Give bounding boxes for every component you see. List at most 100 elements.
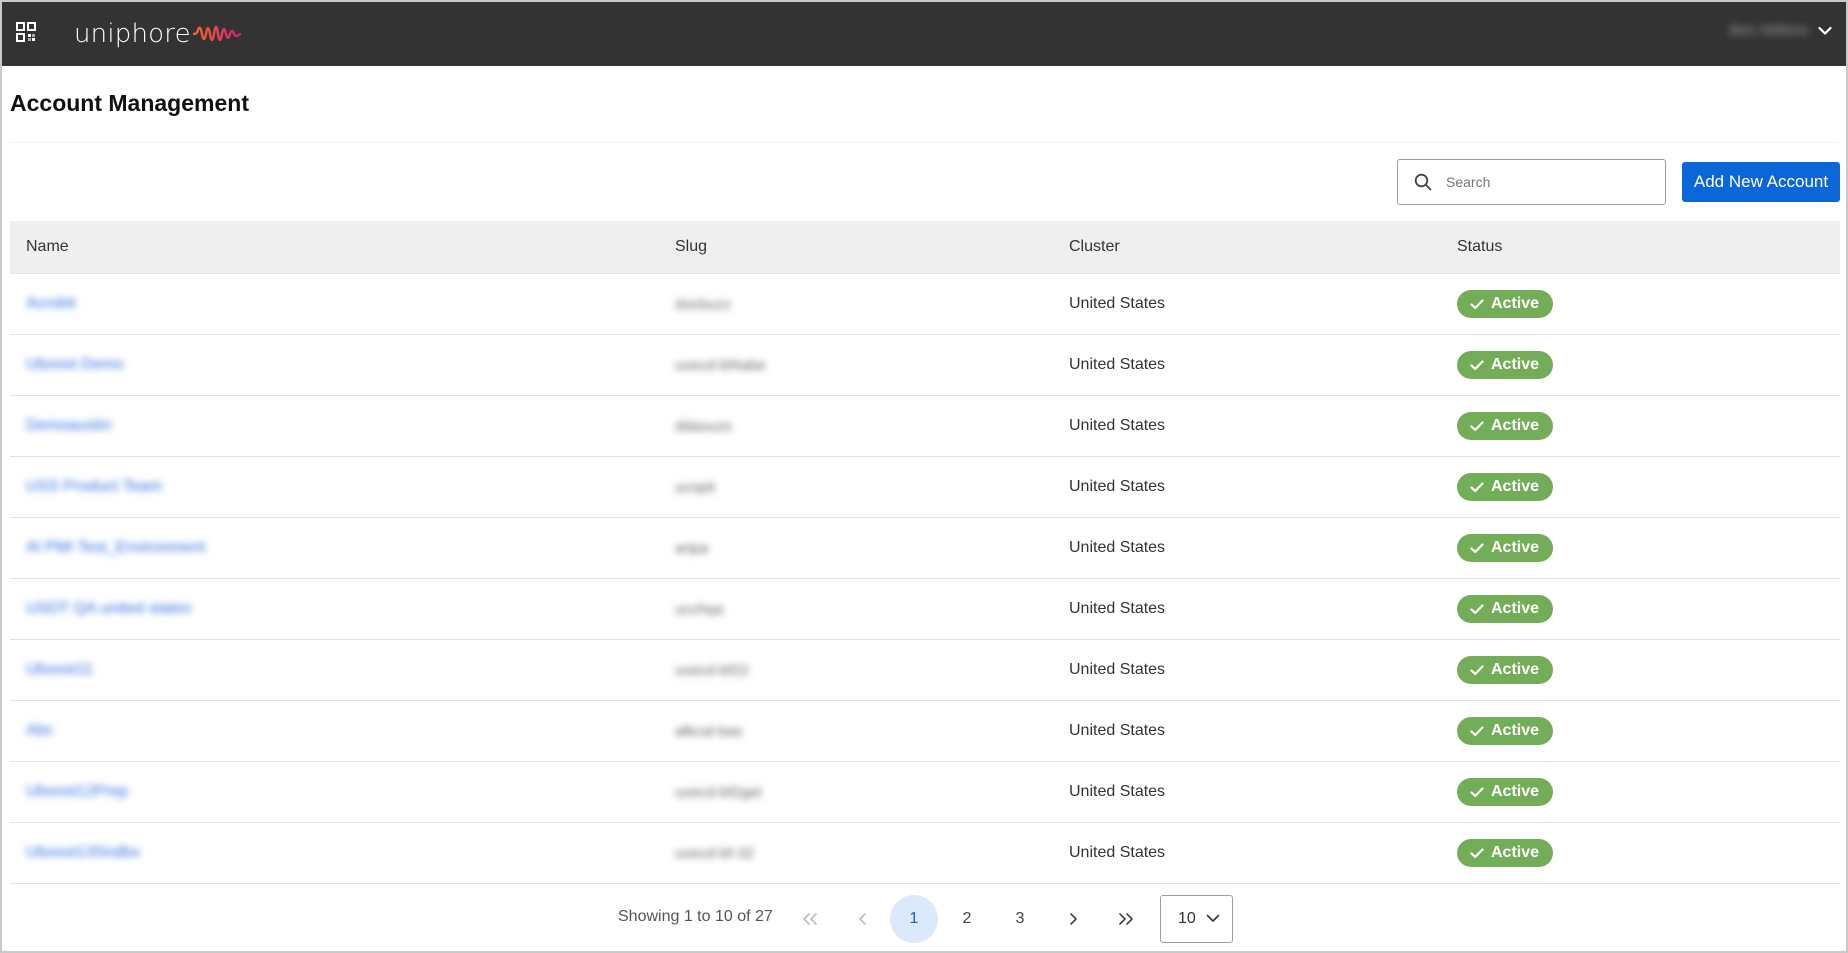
table-row: Uboost11 uxecd-bf22 United States Active [10, 640, 1840, 701]
table-row: USS Product Team ucopit United States Activ… [10, 457, 1840, 518]
table-row: Uboost12Prep uxecd-bf2get United States Act… [10, 762, 1840, 823]
next-page-button[interactable] [1049, 895, 1097, 943]
status-label: Active [1491, 539, 1540, 556]
account-slug: uxecd-bf2get [675, 784, 762, 801]
status-badge: Active [1457, 290, 1554, 318]
page-button-2[interactable]: 2 [943, 895, 991, 943]
last-page-button[interactable] [1102, 895, 1150, 943]
account-cluster: United States [1069, 661, 1166, 678]
account-name-link[interactable]: Abc [26, 722, 54, 740]
account-slug: uxecd-bf4abe [675, 357, 766, 374]
title-divider [10, 142, 1838, 143]
column-header-name[interactable]: Name [26, 238, 69, 256]
table-row: Uboost13Sndbx uxecd-bf-32 United States Act… [10, 823, 1840, 884]
status-badge: Active [1457, 656, 1554, 684]
account-slug: uxecd-bf-32 [675, 845, 755, 862]
prev-page-button[interactable] [839, 895, 887, 943]
account-slug: uxecd-bf22 [675, 662, 750, 679]
search-icon [1414, 173, 1432, 191]
check-icon [1470, 786, 1484, 797]
top-nav-bar: uniphore Ben Wilkins [2, 2, 1846, 66]
status-label: Active [1491, 295, 1540, 312]
account-name-link[interactable]: Demoaustin [26, 417, 111, 435]
status-badge: Active [1457, 778, 1554, 806]
account-name-link[interactable]: Uboost Demo [26, 356, 124, 374]
status-label: Active [1491, 844, 1540, 861]
account-name-link[interactable]: USDT QA united states [26, 600, 191, 618]
table-row: Acrobit docbuzz United States Active [10, 274, 1840, 335]
account-cluster: United States [1069, 295, 1166, 312]
account-slug: aripa [675, 540, 709, 557]
account-name-link[interactable]: Al PMI Test_Environment [26, 539, 205, 557]
account-slug: alkcal-bas [675, 723, 743, 740]
table-row: Abc alkcal-bas United States Active [10, 701, 1840, 762]
page-button-1[interactable]: 1 [890, 895, 938, 943]
status-badge: Active [1457, 351, 1554, 379]
logo-text: uniphore [74, 19, 191, 49]
account-slug: ucopit [675, 479, 716, 496]
page-button-3[interactable]: 3 [996, 895, 1044, 943]
check-icon [1470, 359, 1484, 370]
check-icon [1470, 542, 1484, 553]
page-size-value: 10 [1178, 910, 1196, 927]
account-slug: ucchqa [675, 601, 724, 618]
table-body: Acrobit docbuzz United States Active Uboost … [10, 274, 1840, 884]
account-name-link[interactable]: Acrobit [26, 295, 76, 313]
chevron-down-icon [1206, 914, 1220, 922]
status-badge: Active [1457, 412, 1554, 440]
status-label: Active [1491, 722, 1540, 739]
accounts-table: Name Slug Cluster Status Acrobit docbuzz U… [10, 221, 1840, 884]
account-name-link[interactable]: Uboost11 [26, 661, 93, 679]
status-label: Active [1491, 600, 1540, 617]
account-cluster: United States [1069, 783, 1166, 800]
account-cluster: United States [1069, 478, 1166, 495]
account-cluster: United States [1069, 600, 1166, 617]
check-icon [1470, 664, 1484, 675]
account-name-link[interactable]: Uboost12Prep [26, 783, 128, 801]
check-icon [1470, 481, 1484, 492]
column-header-cluster[interactable]: Cluster [1069, 238, 1120, 256]
column-header-slug[interactable]: Slug [675, 238, 707, 256]
column-header-status[interactable]: Status [1457, 238, 1502, 256]
grid-apps-icon[interactable] [16, 22, 38, 44]
status-badge: Active [1457, 595, 1554, 623]
check-icon [1470, 603, 1484, 614]
table-row: Al PMI Test_Environment aripa United State… [10, 518, 1840, 579]
account-name-link[interactable]: Uboost13Sndbx [26, 844, 140, 862]
status-badge: Active [1457, 839, 1554, 867]
chevrons-right-icon [1119, 913, 1133, 925]
check-icon [1470, 420, 1484, 431]
first-page-button[interactable] [786, 895, 834, 943]
account-cluster: United States [1069, 417, 1166, 434]
account-cluster: United States [1069, 539, 1166, 556]
check-icon [1470, 847, 1484, 858]
account-cluster: United States [1069, 844, 1166, 861]
status-label: Active [1491, 661, 1540, 678]
account-slug: ddaouzs [675, 418, 732, 435]
page-title: Account Management [10, 90, 249, 116]
status-badge: Active [1457, 717, 1554, 745]
table-header-row: Name Slug Cluster Status [10, 221, 1840, 274]
page-size-select[interactable]: 10 [1160, 895, 1233, 943]
logo-wave-icon [192, 25, 241, 42]
search-box[interactable] [1397, 159, 1666, 205]
user-menu[interactable]: Ben Wilkins [1730, 22, 1832, 39]
chevron-left-icon [859, 913, 866, 925]
status-badge: Active [1457, 534, 1554, 562]
user-name: Ben Wilkins [1729, 22, 1808, 39]
uniphore-logo: uniphore [74, 16, 241, 52]
table-row: Uboost Demo uxecd-bf4abe United States Acti… [10, 335, 1840, 396]
pagination-summary: Showing 1 to 10 of 27 [618, 908, 773, 925]
status-label: Active [1491, 417, 1540, 434]
account-name-link[interactable]: USS Product Team [26, 478, 162, 496]
search-input[interactable] [1446, 174, 1646, 190]
chevron-down-icon [1818, 26, 1832, 35]
chevrons-left-icon [803, 913, 817, 925]
account-slug: docbuzz [675, 296, 731, 313]
status-label: Active [1491, 478, 1540, 495]
table-row: USDT QA united states ucchqa United States… [10, 579, 1840, 640]
check-icon [1470, 725, 1484, 736]
pagination: Showing 1 to 10 of 27 1 2 3 10 [0, 893, 1848, 943]
chevron-right-icon [1070, 913, 1077, 925]
add-new-account-button[interactable]: Add New Account [1682, 162, 1840, 202]
